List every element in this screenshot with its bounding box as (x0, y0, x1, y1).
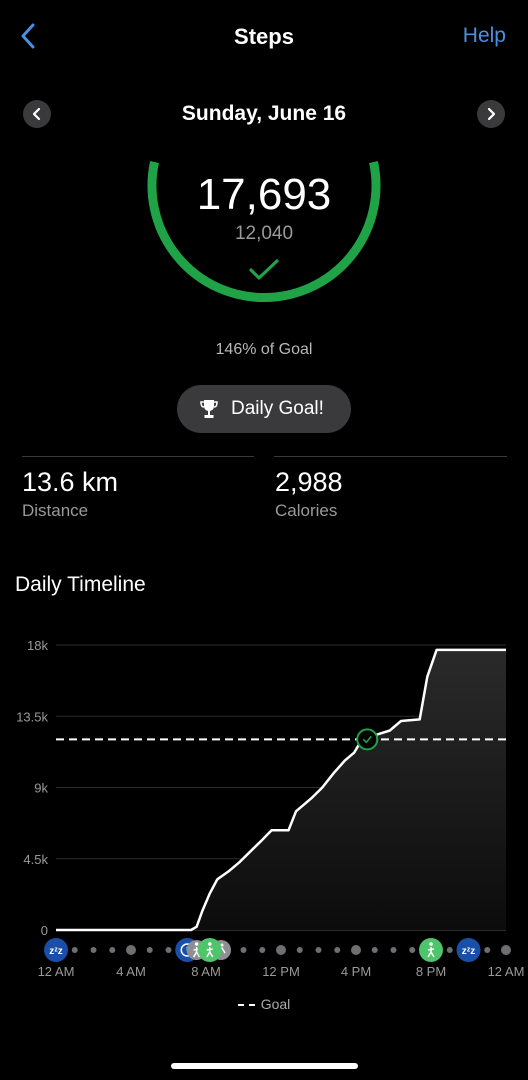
chart-legend: Goal (0, 996, 528, 1012)
steps-timeline-chart[interactable]: 0 4.5k 9k 13.5k 18k 12 AM 4 AM 8 AM 12 PM 4 PM 8 … (0, 625, 528, 985)
y-tick-label: 4.5k (23, 852, 48, 867)
sleep-icon: zᶻz (44, 938, 68, 962)
help-button[interactable]: Help (463, 24, 506, 48)
timeline-dot (240, 947, 247, 953)
daily-goal-label: Daily Goal! (231, 398, 324, 419)
calories-value: 2,988 (275, 467, 343, 497)
next-day-button[interactable] (477, 100, 505, 128)
distance-value: 13.6 km (22, 467, 119, 497)
divider (22, 456, 254, 457)
x-tick-label: 12 PM (262, 964, 300, 979)
walk-icon (197, 938, 222, 962)
timeline-dot (276, 945, 286, 955)
y-tick-label: 9k (34, 781, 48, 796)
timeline-dot (390, 947, 397, 953)
home-indicator[interactable] (171, 1063, 358, 1069)
walker-head (207, 942, 212, 946)
y-tick-label: 18k (27, 638, 48, 653)
distance-label: Distance (22, 501, 89, 520)
timeline-dot (259, 947, 266, 953)
timeline-dot (296, 947, 303, 953)
timeline-dot (334, 947, 341, 953)
timeline-dot (90, 947, 97, 953)
y-tick-label: 13.5k (16, 709, 48, 724)
trophy-icon (200, 400, 218, 418)
y-tick-label: 0 (41, 923, 48, 938)
divider (274, 456, 507, 457)
date-label: Sunday, June 16 (181, 102, 347, 125)
sleep-icon: zᶻz (456, 938, 481, 962)
chevron-right-icon (487, 107, 496, 121)
timeline-dot (146, 947, 153, 953)
x-tick-label: 4 PM (341, 964, 371, 979)
timeline-dot (71, 947, 78, 953)
sleep-glyph: zᶻz (49, 946, 63, 957)
walker-head (194, 942, 199, 946)
goal-legend-label: Goal (260, 996, 291, 1012)
walker-head (429, 942, 433, 946)
timeline-dot (351, 945, 361, 955)
timeline-dot (315, 947, 322, 953)
steps-goal: 12,040 (234, 223, 294, 244)
goal-reached-circle (356, 728, 379, 751)
steps-area (56, 649, 506, 930)
timeline-dot (126, 945, 136, 955)
sleep-glyph: zᶻz (462, 946, 476, 957)
goal-legend-swatch (237, 1004, 255, 1007)
page-title: Steps (234, 24, 294, 49)
timeline-dot (484, 947, 491, 953)
timeline-dot (109, 947, 116, 953)
timeline-title: Daily Timeline (15, 573, 146, 596)
timeline-dot (446, 947, 453, 953)
steps-count: 17,693 (196, 170, 332, 219)
timeline-dot (409, 947, 416, 953)
x-tick-label: 4 AM (116, 964, 146, 979)
walk-icon (419, 938, 443, 962)
x-tick-label: 12 AM (488, 964, 525, 979)
calories-label: Calories (275, 501, 338, 520)
goal-reached-marker (356, 728, 379, 751)
x-tick-label: 12 AM (38, 964, 75, 979)
goal-percent: 146% of Goal (215, 341, 313, 358)
timeline-dot (501, 945, 511, 955)
x-tick-label: 8 PM (416, 964, 446, 979)
check-icon (249, 259, 279, 280)
timeline-dot (165, 947, 172, 953)
x-tick-label: 8 AM (191, 964, 221, 979)
daily-goal-badge[interactable]: Daily Goal! (177, 385, 351, 433)
timeline-dot (371, 947, 378, 953)
